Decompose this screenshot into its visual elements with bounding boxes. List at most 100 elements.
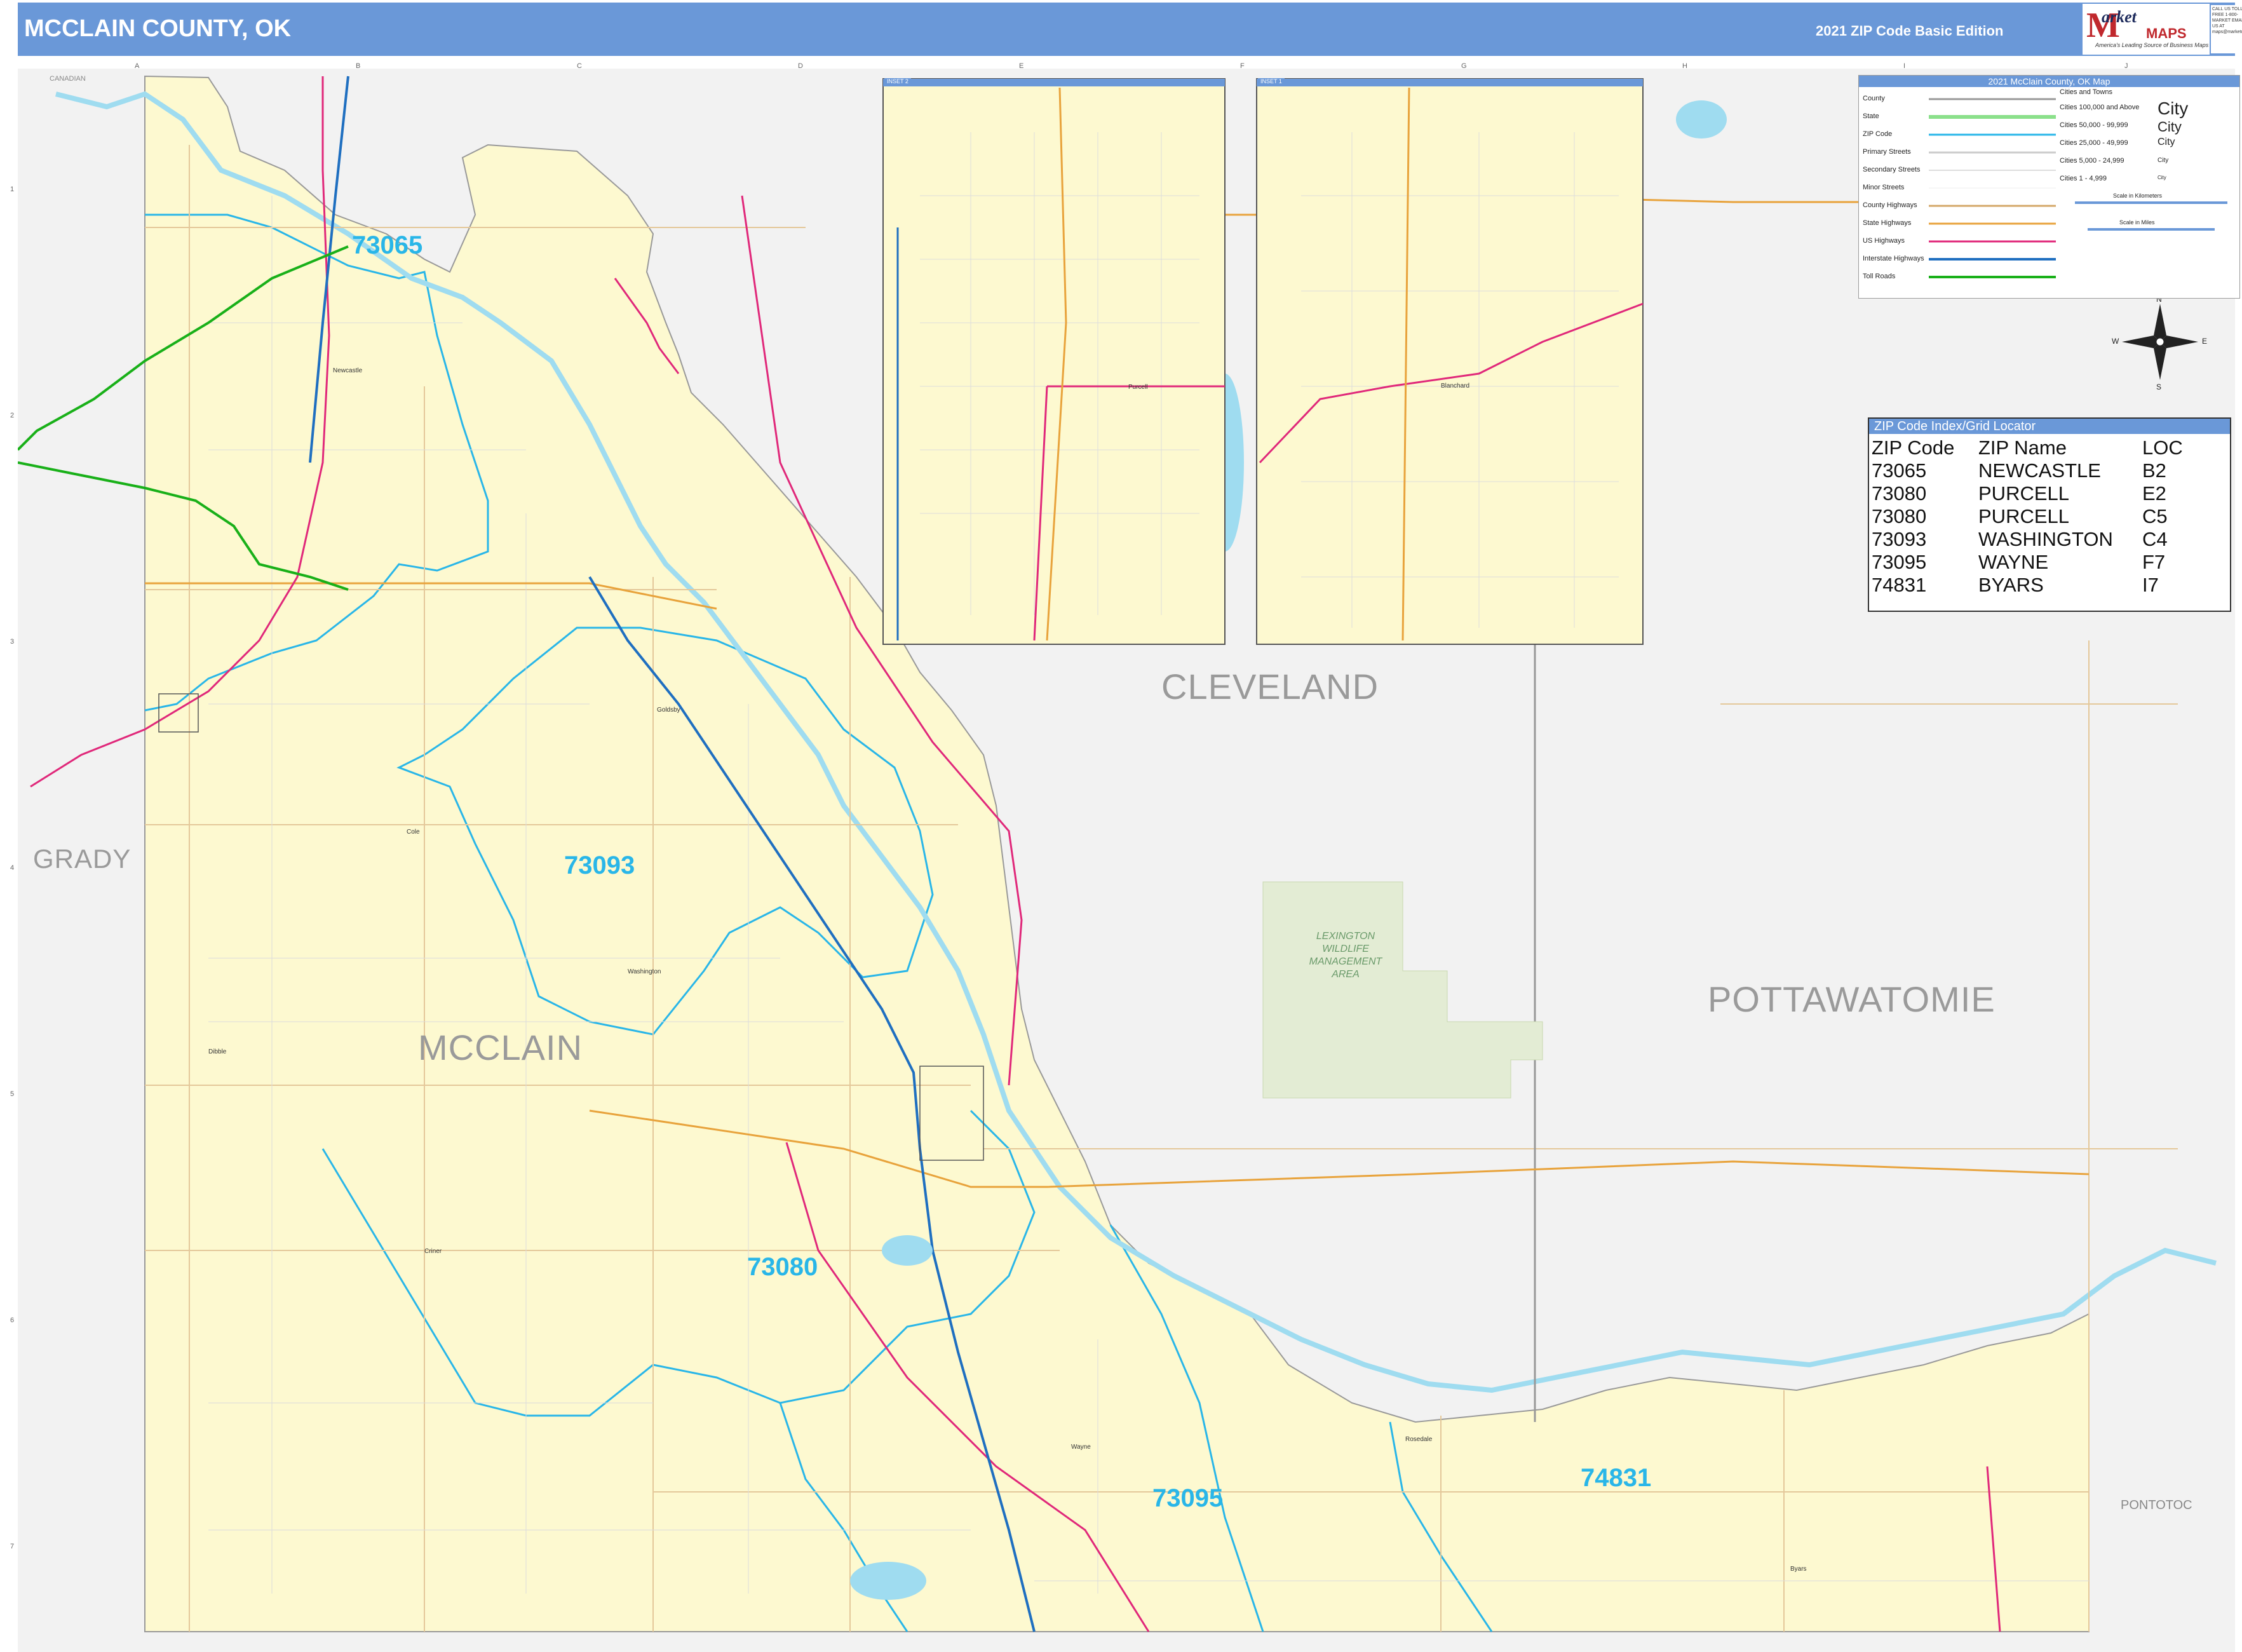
zip-code-index: ZIP Code Index/Grid Locator ZIP Code ZIP… [1868, 417, 2231, 612]
logo-market-text: arket [2102, 8, 2137, 26]
zip-label-73080[interactable]: 73080 [747, 1253, 818, 1282]
town-cole[interactable]: Cole [407, 829, 420, 836]
grid-col-f: F [1240, 62, 1245, 70]
zip-loc-cell: E2 [2142, 482, 2166, 504]
inset-1-frame[interactable] [1256, 78, 1644, 645]
zip-code-cell: 73080 [1872, 505, 1927, 527]
zip-label-73093[interactable]: 73093 [564, 851, 635, 880]
zip-label-73095[interactable]: 73095 [1152, 1484, 1223, 1513]
zip-name-cell: WASHINGTON [1978, 528, 2113, 550]
legend-city-2: Cities 50,000 - 99,999 [2060, 121, 2128, 129]
town-blanchard[interactable]: Blanchard [1441, 383, 1469, 389]
scale-bar-mi [2088, 228, 2215, 231]
logo-tagline: America's Leading Source of Business Map… [2095, 42, 2209, 48]
county-label-pontotoc: PONTOTOC [2121, 1498, 2192, 1512]
legend-city-4: Cities 5,000 - 24,999 [2060, 157, 2124, 165]
zip-loc-cell: C5 [2142, 505, 2168, 527]
grid-col-i: I [1903, 62, 1906, 70]
compass-s: S [2156, 383, 2162, 391]
contact-box: CALL US TOLL FREE 1-800-MARKET EMAIL US … [2211, 5, 2242, 53]
zip-code-cell: 73065 [1872, 459, 1927, 482]
legend-item-toll: Toll Roads [1863, 273, 1896, 280]
zip-index-title: ZIP Code Index/Grid Locator [1869, 419, 2230, 434]
legend-city-sample-2: City [2158, 119, 2182, 135]
legend-title: 2021 McClain County, OK Map [1859, 76, 2239, 87]
grid-row-5: 5 [10, 1090, 15, 1098]
compass-w: W [2112, 337, 2119, 346]
legend-scale-km: Scale in Kilometers [2113, 193, 2163, 199]
zip-name-cell: BYARS [1978, 574, 2044, 596]
legend-item-interstate: Interstate Highways [1863, 255, 1924, 262]
map-frame[interactable]: MCCLAIN CLEVELAND POTTAWATOMIE GRADY PON… [18, 69, 2235, 1652]
grid-row-1: 1 [10, 186, 15, 193]
table-row[interactable]: 73080 PURCELL E2 [1869, 482, 2230, 505]
park-line-2: WILDLIFE [1322, 944, 1369, 954]
town-rosedale[interactable]: Rosedale [1405, 1436, 1432, 1443]
inset-1-tagbar [1257, 79, 1643, 86]
legend-city-5: Cities 1 - 4,999 [2060, 175, 2107, 182]
grid-row-3: 3 [10, 638, 15, 646]
legend-item-primary: Primary Streets [1863, 148, 1911, 156]
legend-item-state-hwy: State Highways [1863, 219, 1912, 227]
grid-col-g: G [1461, 62, 1467, 70]
zip-name-cell: PURCELL [1978, 482, 2069, 504]
zip-code-cell: 73093 [1872, 528, 1927, 550]
zip-label-74831[interactable]: 74831 [1581, 1464, 1651, 1493]
market-maps-logo[interactable]: M arket MAPS America's Leading Source of… [2083, 4, 2210, 55]
logo-maps-text: MAPS [2146, 25, 2187, 41]
legend-city-sample-3: City [2158, 137, 2175, 147]
grid-col-e: E [1019, 62, 1024, 70]
grid-col-j: J [2124, 62, 2128, 70]
park-line-1: LEXINGTON [1316, 931, 1375, 942]
grid-col-b: B [356, 62, 361, 70]
legend-item-county-hwy: County Highways [1863, 201, 1917, 209]
table-row[interactable]: 73093 WASHINGTON C4 [1869, 528, 2230, 551]
legend-item-zip: ZIP Code [1863, 130, 1893, 138]
town-newcastle[interactable]: Newcastle [333, 367, 362, 374]
table-row[interactable]: 73095 WAYNE F7 [1869, 551, 2230, 574]
zip-index-col-name: ZIP Name [1978, 437, 2067, 459]
zip-name-cell: NEWCASTLE [1978, 459, 2101, 482]
town-wayne[interactable]: Wayne [1071, 1444, 1091, 1451]
map-canvas[interactable] [18, 69, 2235, 1652]
inset-1-label: INSET 1 [1258, 78, 1285, 85]
inset-2-label: INSET 2 [884, 78, 911, 85]
town-dibble[interactable]: Dibble [208, 1048, 226, 1055]
zip-label-73065[interactable]: 73065 [352, 231, 422, 260]
legend-item-county: County [1863, 95, 1885, 102]
zip-index-col-zip: ZIP Code [1872, 437, 1955, 459]
table-row[interactable]: 74831 BYARS I7 [1869, 574, 2230, 597]
table-row[interactable]: 73065 NEWCASTLE B2 [1869, 459, 2230, 482]
town-goldsby[interactable]: Goldsby [657, 707, 680, 714]
zip-code-cell: 73080 [1872, 482, 1927, 504]
legend-city-3: Cities 25,000 - 49,999 [2060, 139, 2128, 147]
zip-loc-cell: C4 [2142, 528, 2168, 550]
park-line-4: AREA [1332, 969, 1360, 980]
grid-col-c: C [577, 62, 582, 70]
town-criner[interactable]: Criner [424, 1248, 442, 1255]
legend-city-sample-1: City [2158, 98, 2189, 118]
grid-col-a: A [135, 62, 140, 70]
town-washington[interactable]: Washington [628, 968, 661, 975]
zip-name-cell: PURCELL [1978, 505, 2069, 527]
table-row[interactable]: 73080 PURCELL C5 [1869, 505, 2230, 528]
town-purcell[interactable]: Purcell [1128, 384, 1148, 391]
legend-city-sample-5: City [2158, 175, 2166, 180]
zip-index-header-row: ZIP Code ZIP Name LOC [1869, 437, 2230, 459]
legend-city-1: Cities 100,000 and Above [2060, 104, 2140, 111]
county-label-grady: GRADY [33, 844, 132, 874]
town-byars[interactable]: Byars [1790, 1566, 1807, 1573]
zip-code-cell: 73095 [1872, 551, 1927, 573]
legend-item-state: State [1863, 112, 1879, 120]
zip-name-cell: WAYNE [1978, 551, 2049, 573]
legend-swatches [1929, 98, 2056, 278]
map-legend: 2021 McClain County, OK Map County State… [1858, 75, 2240, 299]
header-bar: MCCLAIN COUNTY, OK 2021 ZIP Code Basic E… [18, 3, 2242, 56]
grid-row-4: 4 [10, 864, 15, 872]
compass-e: E [2202, 337, 2208, 346]
county-label-mcclain: MCCLAIN [418, 1027, 583, 1067]
legend-item-us-hwy: US Highways [1863, 237, 1905, 245]
legend-city-sample-4: City [2158, 157, 2169, 164]
county-label-cleveland: CLEVELAND [1161, 667, 1379, 707]
inset-2-frame[interactable] [882, 78, 1226, 645]
